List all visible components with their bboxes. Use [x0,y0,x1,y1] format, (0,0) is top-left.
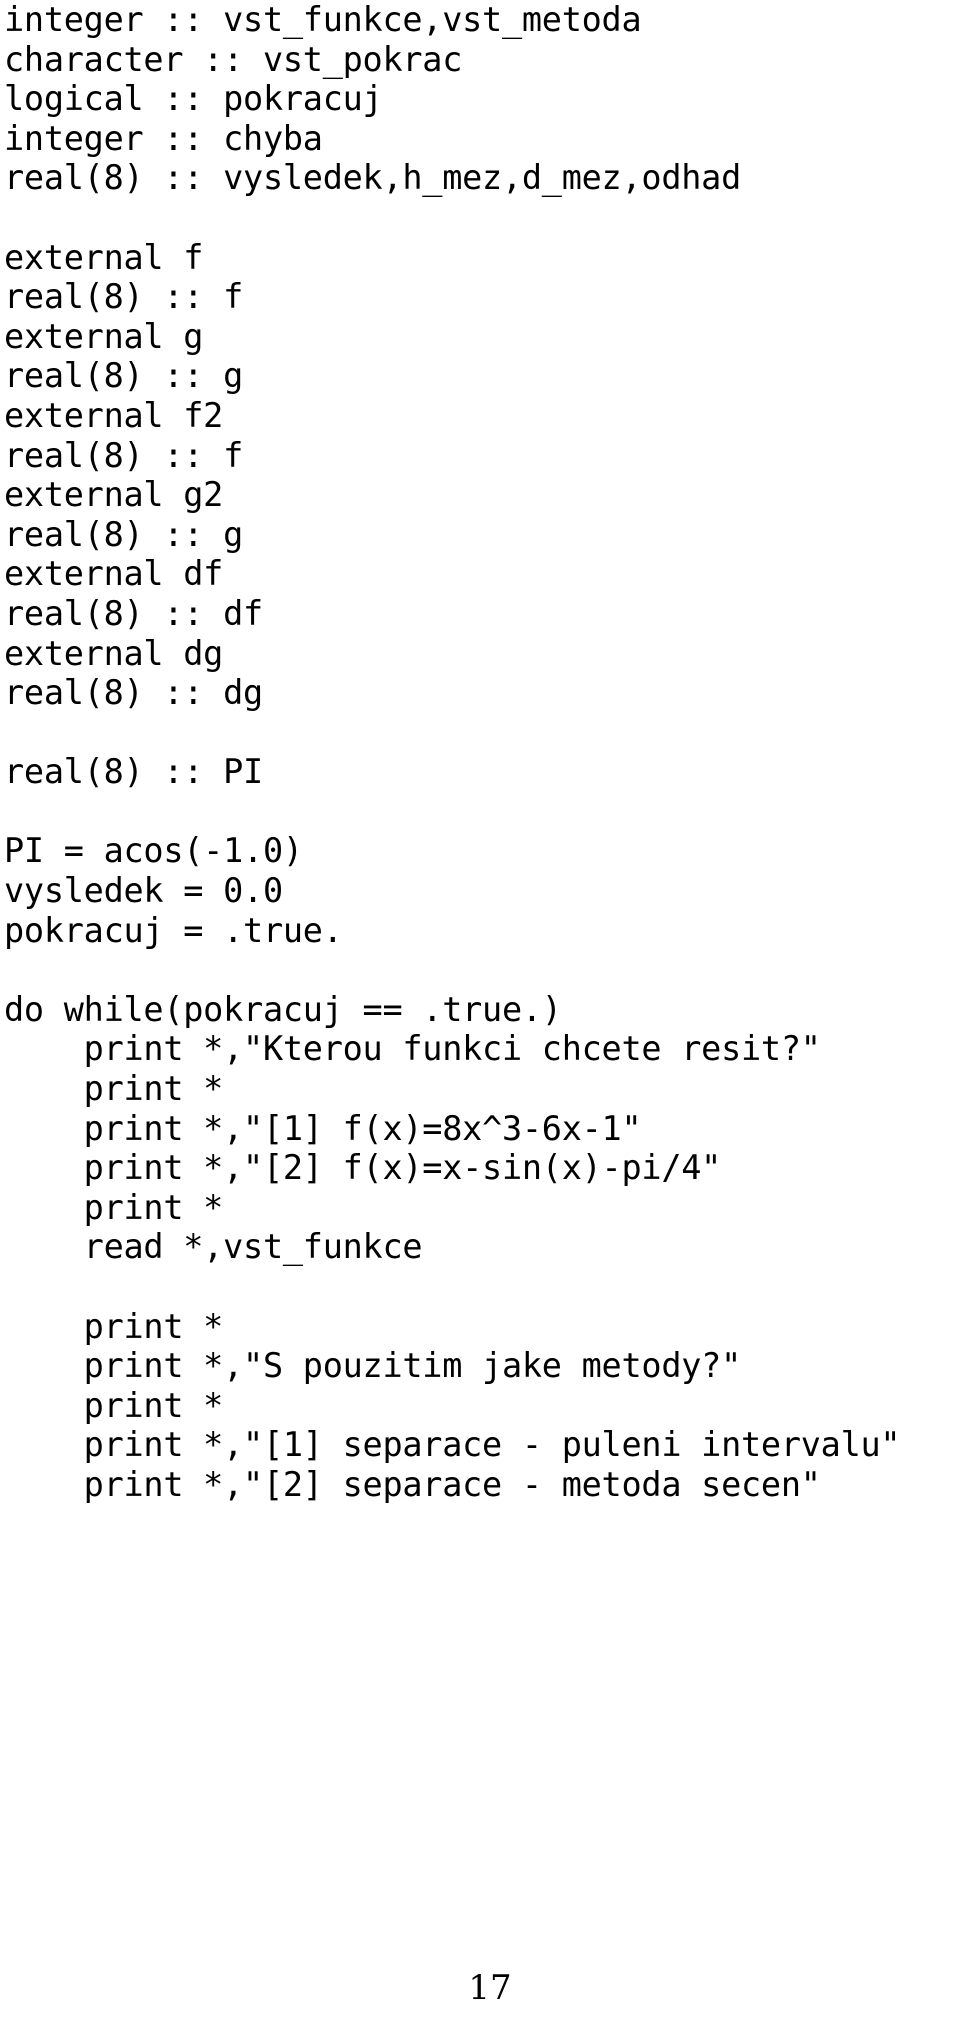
code-line: real(8) :: f [4,277,244,317]
code-listing: integer :: vst_funkce,vst_metoda characte… [4,0,956,1505]
code-line: pokracuj = .true. [4,910,343,950]
code-line: print *,"Kterou funkci chcete resit?" [4,1029,821,1069]
code-line: print * [4,1187,224,1227]
code-line: real(8) :: f [4,435,244,475]
code-line: external dg [4,633,224,673]
code-line: print * [4,1385,224,1425]
code-line: PI = acos(-1.0) [4,831,303,871]
code-line: read *,vst_funkce [4,1227,423,1267]
code-line: external g2 [4,475,224,515]
code-line: do while(pokracuj == .true.) [4,989,562,1029]
code-line: print *,"[2] separace - metoda secen" [4,1464,821,1504]
code-line: print *,"[1] separace - puleni intervalu… [4,1425,901,1465]
code-line: print *,"S pouzitim jake metody?" [4,1346,742,1386]
code-line: real(8) :: vysledek,h_mez,d_mez,odhad [4,158,741,198]
code-line: real(8) :: df [4,593,263,633]
code-line: real(8) :: dg [4,673,263,713]
code-line: character :: vst_pokrac [4,39,463,79]
code-line: external df [4,554,224,594]
code-line: real(8) :: g [4,356,244,396]
code-line: real(8) :: PI [4,752,263,792]
code-line: external g [4,316,204,356]
code-line: integer :: vst_funkce,vst_metoda [4,0,642,39]
code-line: print *,"[1] f(x)=8x^3-6x-1" [4,1108,642,1148]
page-number-footer: 17 [0,1968,960,2008]
code-line: real(8) :: g [4,514,244,554]
code-line: external f [4,237,204,277]
code-line: integer :: chyba [4,118,323,158]
code-line: external f2 [4,395,224,435]
page-number-value: 17 [468,1968,512,2008]
code-line: print * [4,1306,224,1346]
code-line: print *,"[2] f(x)=x-sin(x)-pi/4" [4,1148,722,1188]
code-line: logical :: pokracuj [4,79,383,119]
code-line: print * [4,1069,224,1109]
code-line: vysledek = 0.0 [4,871,283,911]
document-page: integer :: vst_funkce,vst_metoda characte… [0,0,960,2036]
